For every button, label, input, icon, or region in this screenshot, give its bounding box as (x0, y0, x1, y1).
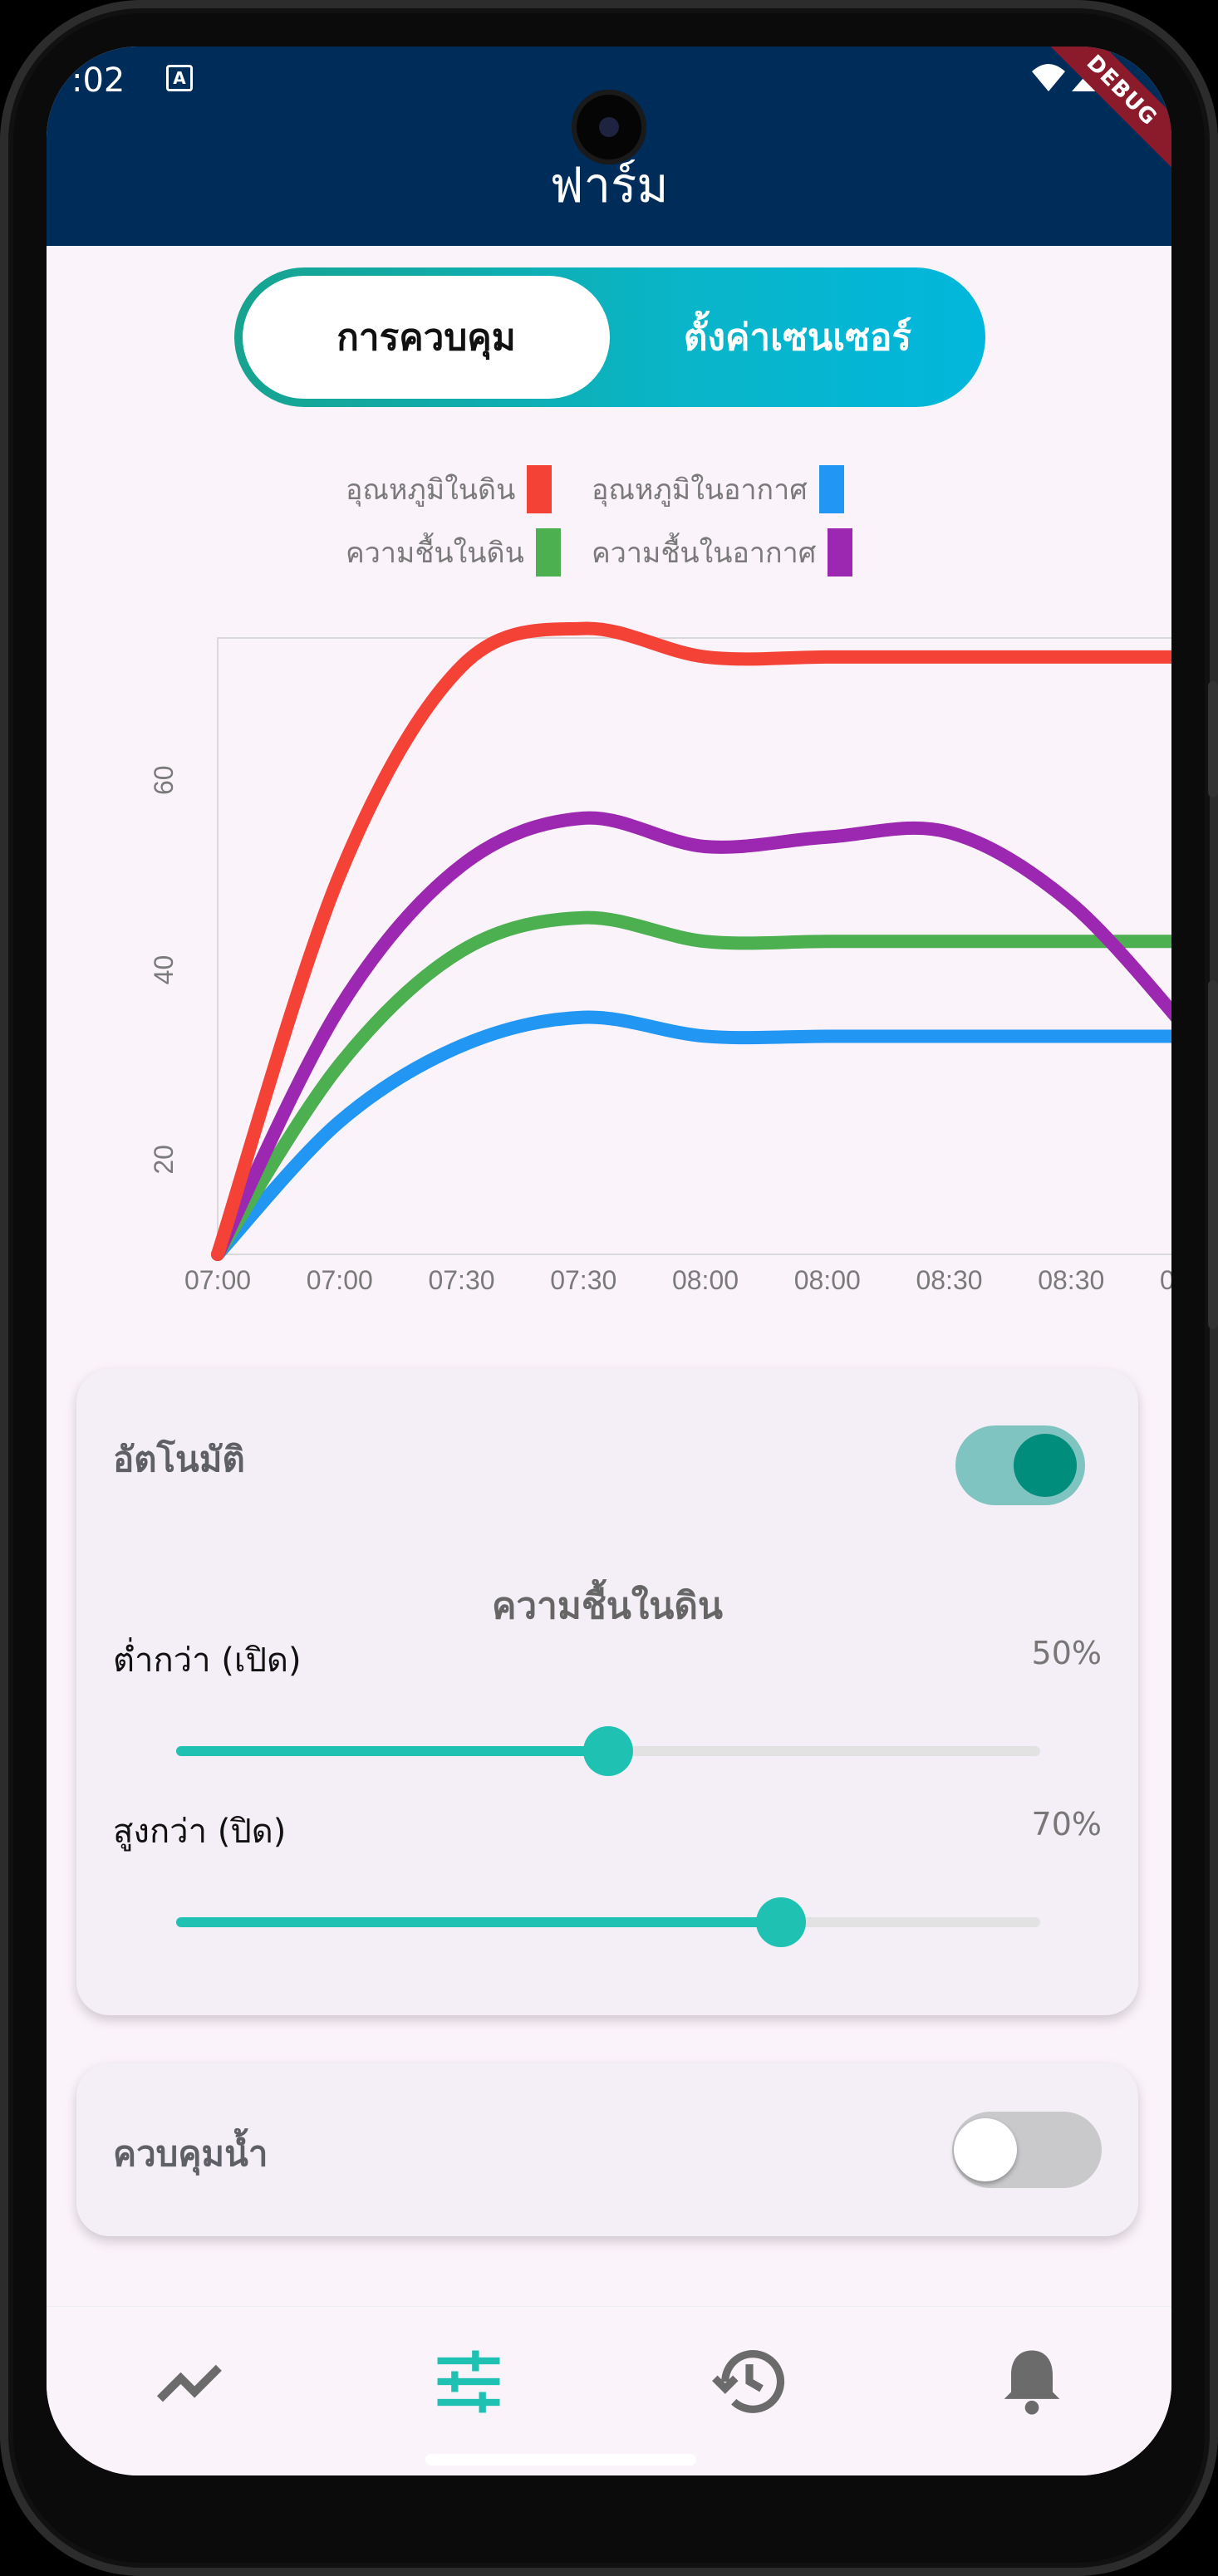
x-tick-label: 08:30 (916, 1265, 982, 1295)
home-indicator[interactable] (425, 2454, 696, 2466)
x-tick-label: 07:30 (550, 1265, 616, 1295)
section-title: ความชื้นในดิน (491, 1585, 723, 1627)
bell-icon (1004, 2350, 1060, 2415)
history-icon (712, 2350, 785, 2413)
volume-button (1208, 681, 1218, 797)
legend-item: อุณหภูมิในอากาศ (592, 465, 844, 513)
x-tick-label: 09:00 (1160, 1265, 1171, 1295)
series-line (211, 1010, 1171, 1261)
legend-label: ความชื้นในดิน (346, 537, 524, 570)
legend-item: อุณหภูมิในดิน (346, 465, 553, 513)
upper-threshold-label: สูงกว่า (ปิด) (113, 1813, 287, 1851)
legend-label: ความชื้นในอากาศ (592, 537, 817, 570)
tab-sensor-settings[interactable]: ตั้งค่าเซนเซอร์ (610, 267, 985, 407)
water-control-card: ควบคุมน้ำ (76, 2063, 1138, 2236)
y-tick-label: 60 (149, 765, 179, 795)
chart-legend: อุณหภูมิในดิน อุณหภูมิในอากาศ ความชื้นใน… (47, 454, 1171, 586)
x-tick-label: 07:00 (307, 1265, 373, 1295)
nav-item-history[interactable] (708, 2340, 791, 2423)
upper-threshold-slider[interactable] (176, 1897, 1040, 1947)
auto-label: อัตโนมัติ (113, 1439, 245, 1479)
slider-fill (176, 1746, 608, 1756)
nav-item-notifications[interactable] (990, 2340, 1073, 2423)
x-tick-label: 07:30 (428, 1265, 494, 1295)
slider-fill (176, 1917, 781, 1927)
legend-swatch (527, 465, 553, 513)
power-button (1208, 980, 1218, 1329)
lower-threshold-label: ต่ำกว่า (เปิด) (113, 1641, 302, 1680)
segmented-control: การควบคุม ตั้งค่าเซนเซอร์ (234, 267, 985, 407)
page-title: ฟาร์ม (549, 157, 669, 213)
auto-card: อัตโนมัติ ความชื้นในดิน ต่ำกว่า (เปิด) 5… (76, 1369, 1138, 2015)
nav-item-dashboard[interactable] (150, 2340, 233, 2423)
slider-thumb[interactable] (583, 1726, 633, 1776)
y-tick-label: 40 (149, 955, 179, 985)
wifi-icon (1032, 64, 1065, 91)
tab-control[interactable]: การควบคุม (243, 276, 610, 399)
water-control-toggle[interactable] (952, 2112, 1102, 2188)
trending-up-icon (156, 2364, 222, 2402)
x-tick-label: 08:30 (1038, 1265, 1104, 1295)
toggle-knob (954, 2118, 1017, 2181)
x-tick-label: 08:00 (794, 1265, 861, 1295)
nav-item-control[interactable] (427, 2340, 510, 2423)
water-control-label: ควบคุมน้ำ (113, 2133, 268, 2174)
line-chart: 20 40 60 07:00 07:00 07:30 07:30 08:00 08:00 08:3… (149, 621, 1171, 1295)
auto-toggle[interactable] (955, 1425, 1085, 1505)
toggle-knob (1014, 1434, 1077, 1497)
lower-threshold-value: 50% (1031, 1635, 1102, 1671)
x-tick-label: 07:00 (184, 1265, 251, 1295)
phone-frame: :02 A ฟาร์ม DEBUG การควบคุม ตั้งค่าเซนเซ… (0, 0, 1218, 2576)
tune-icon (437, 2350, 500, 2413)
slider-thumb[interactable] (756, 1897, 806, 1947)
legend-label: อุณหภูมิในดิน (346, 473, 516, 507)
legend-swatch (818, 465, 844, 513)
upper-threshold-value: 70% (1031, 1806, 1102, 1842)
app-bar: :02 A ฟาร์ม DEBUG (47, 47, 1171, 246)
lower-threshold-slider[interactable] (176, 1726, 1040, 1776)
app-screen: :02 A ฟาร์ม DEBUG การควบคุม ตั้งค่าเซนเซ… (47, 47, 1171, 2475)
x-tick-label: 08:00 (672, 1265, 739, 1295)
bottom-navigation (47, 2306, 1171, 2475)
keyboard-indicator-icon: A (166, 65, 193, 91)
legend-label: อุณหภูมิในอากาศ (592, 473, 808, 507)
y-tick-label: 20 (149, 1145, 179, 1175)
status-time: :02 (71, 61, 125, 100)
